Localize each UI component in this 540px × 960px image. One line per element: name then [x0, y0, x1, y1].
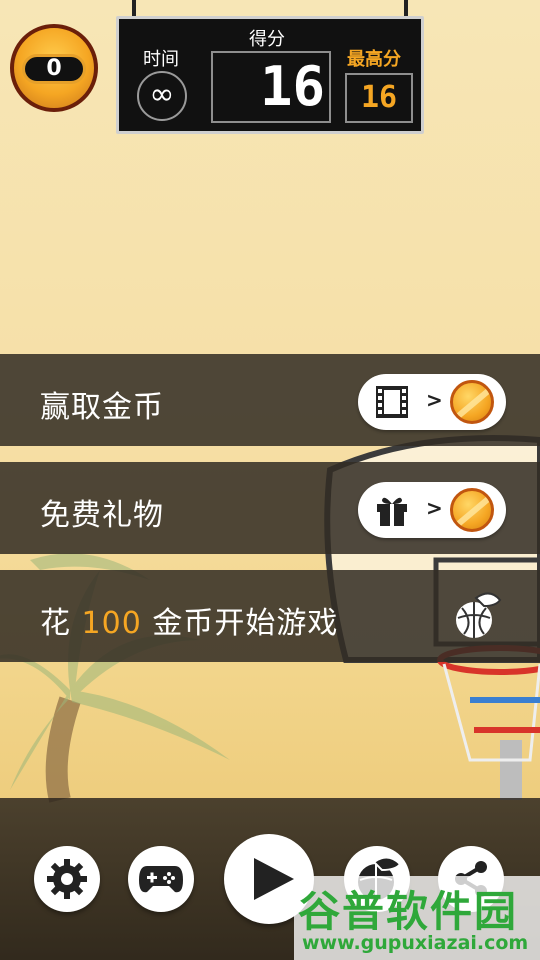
game-mode-button[interactable]: [128, 846, 194, 912]
time-infinity-icon: ∞: [137, 71, 187, 121]
arrow-icon: >: [426, 496, 443, 520]
settings-button[interactable]: [34, 846, 100, 912]
best-score-label: 最高分: [347, 49, 401, 70]
earn-coins-button[interactable]: >: [358, 374, 506, 430]
basketball-hat-icon[interactable]: [450, 588, 504, 642]
watermark-title: 谷普软件园: [298, 887, 519, 936]
score-label: 得分: [249, 29, 285, 50]
coin-counter[interactable]: 0: [10, 24, 98, 112]
gamepad-icon: [139, 866, 183, 893]
earn-coins-label: 赢取金币: [40, 390, 164, 425]
free-gift-button[interactable]: >: [358, 482, 506, 538]
arrow-icon: >: [426, 388, 443, 412]
best-score-value: 16: [345, 73, 413, 123]
coin-icon: [450, 488, 494, 532]
film-icon: [376, 386, 408, 418]
spend-amount: 100: [81, 606, 142, 641]
spend-coins-row[interactable]: 花 100 金币开始游戏: [0, 570, 540, 662]
coin-icon: [450, 380, 494, 424]
free-gift-row[interactable]: 免费礼物 >: [0, 462, 540, 554]
gear-icon: [47, 859, 87, 899]
spend-suffix: 金币开始游戏: [141, 606, 339, 641]
watermark: 谷普软件园 www.gupuxiazai.com: [294, 876, 540, 960]
scoreboard: 时间 ∞ 得分 16 最高分 16: [116, 16, 424, 134]
spend-coins-label: 花 100 金币开始游戏: [40, 598, 338, 642]
score-value: 16: [211, 51, 331, 123]
watermark-url: www.gupuxiazai.com: [302, 932, 529, 954]
spend-prefix: 花: [40, 606, 82, 641]
earn-coins-row[interactable]: 赢取金币 >: [0, 354, 540, 446]
coin-count: 0: [22, 54, 86, 84]
play-icon: [254, 858, 294, 900]
time-label: 时间: [143, 49, 179, 70]
gift-icon: [377, 497, 407, 526]
free-gift-label: 免费礼物: [40, 498, 164, 533]
